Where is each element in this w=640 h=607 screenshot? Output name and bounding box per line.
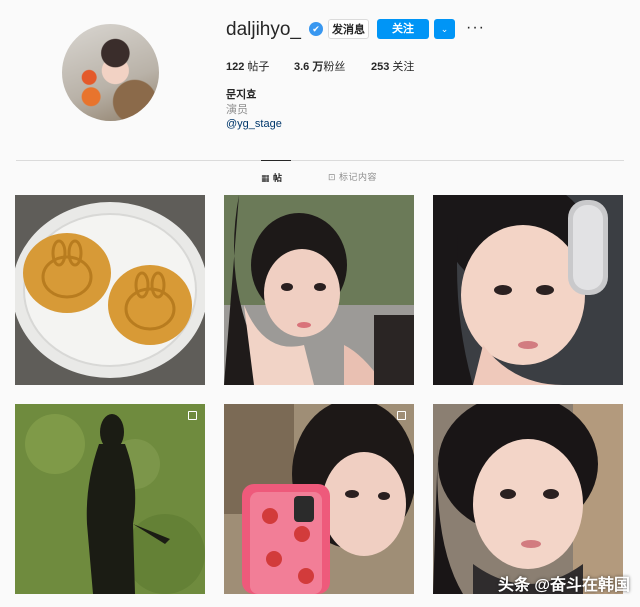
post-thumbnail[interactable] [433,195,623,385]
tag-icon: ⊡ [328,172,337,182]
profile-category: 演员 [226,104,248,116]
post-image [433,195,623,385]
watermark-text: 头条 @奋斗在韩国 [497,577,630,594]
post-thumbnail[interactable] [224,195,414,385]
grid-icon: ▦ [261,173,271,183]
more-options-icon[interactable]: ··· [466,20,485,36]
profile-mention-link[interactable]: @yg_stage [226,118,282,130]
post-image [224,404,414,594]
followers-count[interactable]: 3.6 万粉丝 [294,58,345,74]
post-image [224,195,414,385]
suggested-dropdown-button[interactable]: ⌄ [434,19,455,39]
profile-full-name: 문지효 [226,89,257,101]
post-thumbnail[interactable] [15,195,205,385]
follow-button[interactable]: 关注 [377,19,429,39]
verified-badge-icon: ✔ [309,22,323,36]
post-image [15,195,205,385]
post-thumbnail[interactable] [15,404,205,594]
multiple-photos-icon [188,411,197,420]
profile-avatar[interactable] [62,24,159,121]
multiple-photos-icon [397,411,406,420]
tab-tagged[interactable]: ⊡ 标记内容 [328,160,388,190]
post-image [15,404,205,594]
post-thumbnail[interactable] [224,404,414,594]
profile-header: daljihyo_ ✔ 发消息 关注 ⌄ ··· 122 帖子 3.6 万粉丝 … [0,0,640,160]
post-thumbnail[interactable] [433,404,623,594]
post-image [433,404,623,594]
tab-posts[interactable]: ▦帖子 [261,160,291,217]
message-button[interactable]: 发消息 [328,19,369,39]
posts-count: 122 帖子 [226,61,270,73]
profile-tabs: ▦帖子 ⊡标记内容 [0,160,640,217]
username: daljihyo_ [226,19,301,40]
following-count[interactable]: 253 关注 [371,58,414,74]
